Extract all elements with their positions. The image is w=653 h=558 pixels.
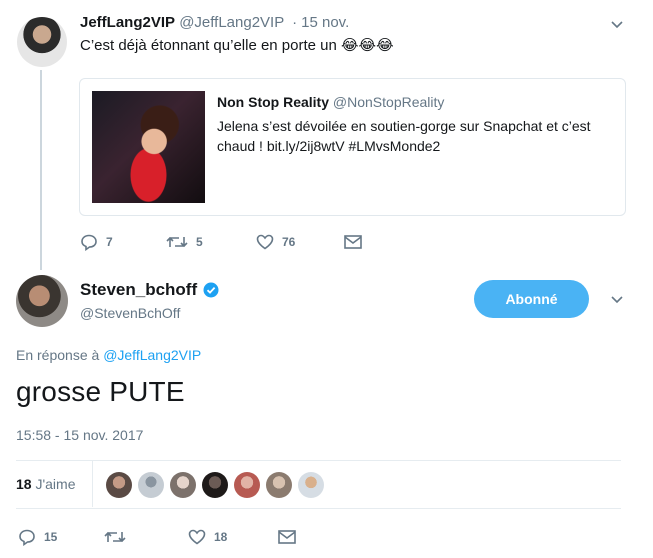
tweet1-retweet-button[interactable]: 5	[166, 233, 256, 251]
heart-icon	[256, 233, 274, 251]
tweet2-handle[interactable]: @StevenBchOff	[80, 305, 180, 321]
tweet1-text-body: C’est déjà étonnant qu’elle en porte un	[80, 37, 337, 54]
tweet2-name-row: Steven_bchoff	[80, 280, 219, 300]
reply-context: En réponse à @JeffLang2VIP	[16, 347, 201, 363]
tweet2-display-name[interactable]: Steven_bchoff	[80, 280, 197, 300]
tweet1-retweet-count: 5	[196, 235, 203, 249]
tweet2-reply-button[interactable]: 15	[18, 528, 104, 546]
quoted-tweet-header: Non Stop Reality @NonStopReality	[217, 94, 444, 110]
mail-icon	[344, 235, 362, 249]
tweet2-dm-button[interactable]	[278, 530, 296, 544]
reply-to-link[interactable]: @JeffLang2VIP	[103, 347, 201, 363]
likes-vertical-divider	[92, 461, 93, 507]
tweet1-header: JeffLang2VIP @JeffLang2VIP · 15 nov.	[80, 14, 349, 31]
tweet1-separator: ·	[292, 14, 298, 31]
reply-icon	[80, 233, 98, 251]
following-button[interactable]: Abonné	[474, 280, 589, 318]
avatar-jefflang2vip[interactable]	[17, 17, 67, 67]
tweet1-reply-count: 7	[106, 235, 113, 249]
liker-avatar[interactable]	[138, 472, 164, 498]
likes-count: 18	[16, 476, 32, 492]
tweet1-display-name[interactable]: JeffLang2VIP	[80, 14, 175, 31]
tweet1-like-count: 76	[282, 235, 296, 249]
tweet1-handle[interactable]: @JeffLang2VIP	[179, 14, 284, 31]
tweet1-like-button[interactable]: 76	[256, 233, 344, 251]
tweet1-emojis: 😂😂😂	[341, 37, 394, 54]
divider-bottom	[16, 508, 621, 509]
liker-avatar[interactable]	[202, 472, 228, 498]
tweet2-actions: 15 18	[18, 527, 296, 547]
tweet2-retweet-button[interactable]	[104, 528, 188, 546]
quoted-handle: @NonStopReality	[332, 94, 445, 110]
reply-icon	[18, 528, 36, 546]
thread-connector	[40, 70, 42, 270]
tweet1-dm-button[interactable]	[344, 235, 362, 249]
tweet2-reply-count: 15	[44, 530, 58, 544]
retweet-icon	[166, 233, 188, 251]
quoted-tweet-text: Jelena s’est dévoilée en soutien-gorge s…	[217, 118, 591, 154]
liker-avatar[interactable]	[298, 472, 324, 498]
likes-summary[interactable]: 18 J'aime	[16, 476, 76, 492]
retweet-icon	[104, 528, 126, 546]
divider-top	[16, 460, 621, 461]
likers-avatars	[106, 472, 330, 498]
tweet1-chevron-down-icon[interactable]	[611, 18, 623, 30]
tweet2-like-count: 18	[214, 530, 228, 544]
likes-label: J'aime	[35, 476, 76, 492]
liker-avatar[interactable]	[106, 472, 132, 498]
quoted-tweet-card[interactable]: Non Stop Reality @NonStopReality Jelena …	[79, 78, 626, 216]
tweet2-timestamp[interactable]: 15:58 - 15 nov. 2017	[16, 427, 143, 443]
liker-avatar[interactable]	[266, 472, 292, 498]
quoted-tweet-image[interactable]	[92, 91, 205, 203]
mail-icon	[278, 530, 296, 544]
tweet1-date[interactable]: 15 nov.	[301, 14, 349, 31]
tweet1-text: C’est déjà étonnant qu’elle en porte un …	[80, 36, 394, 54]
heart-icon	[188, 528, 206, 546]
avatar-steven-bchoff[interactable]	[16, 275, 68, 327]
liker-avatar[interactable]	[170, 472, 196, 498]
tweet2-like-button[interactable]: 18	[188, 528, 278, 546]
quoted-display-name: Non Stop Reality	[217, 94, 330, 110]
tweet2-chevron-down-icon[interactable]	[611, 293, 623, 305]
tweet1-actions: 7 5 76	[80, 232, 362, 252]
liker-avatar[interactable]	[234, 472, 260, 498]
reply-prefix: En réponse à	[16, 347, 100, 363]
tweet1-reply-button[interactable]: 7	[80, 233, 166, 251]
verified-badge-icon	[203, 282, 219, 298]
tweet2-text: grosse PUTE	[16, 376, 185, 407]
